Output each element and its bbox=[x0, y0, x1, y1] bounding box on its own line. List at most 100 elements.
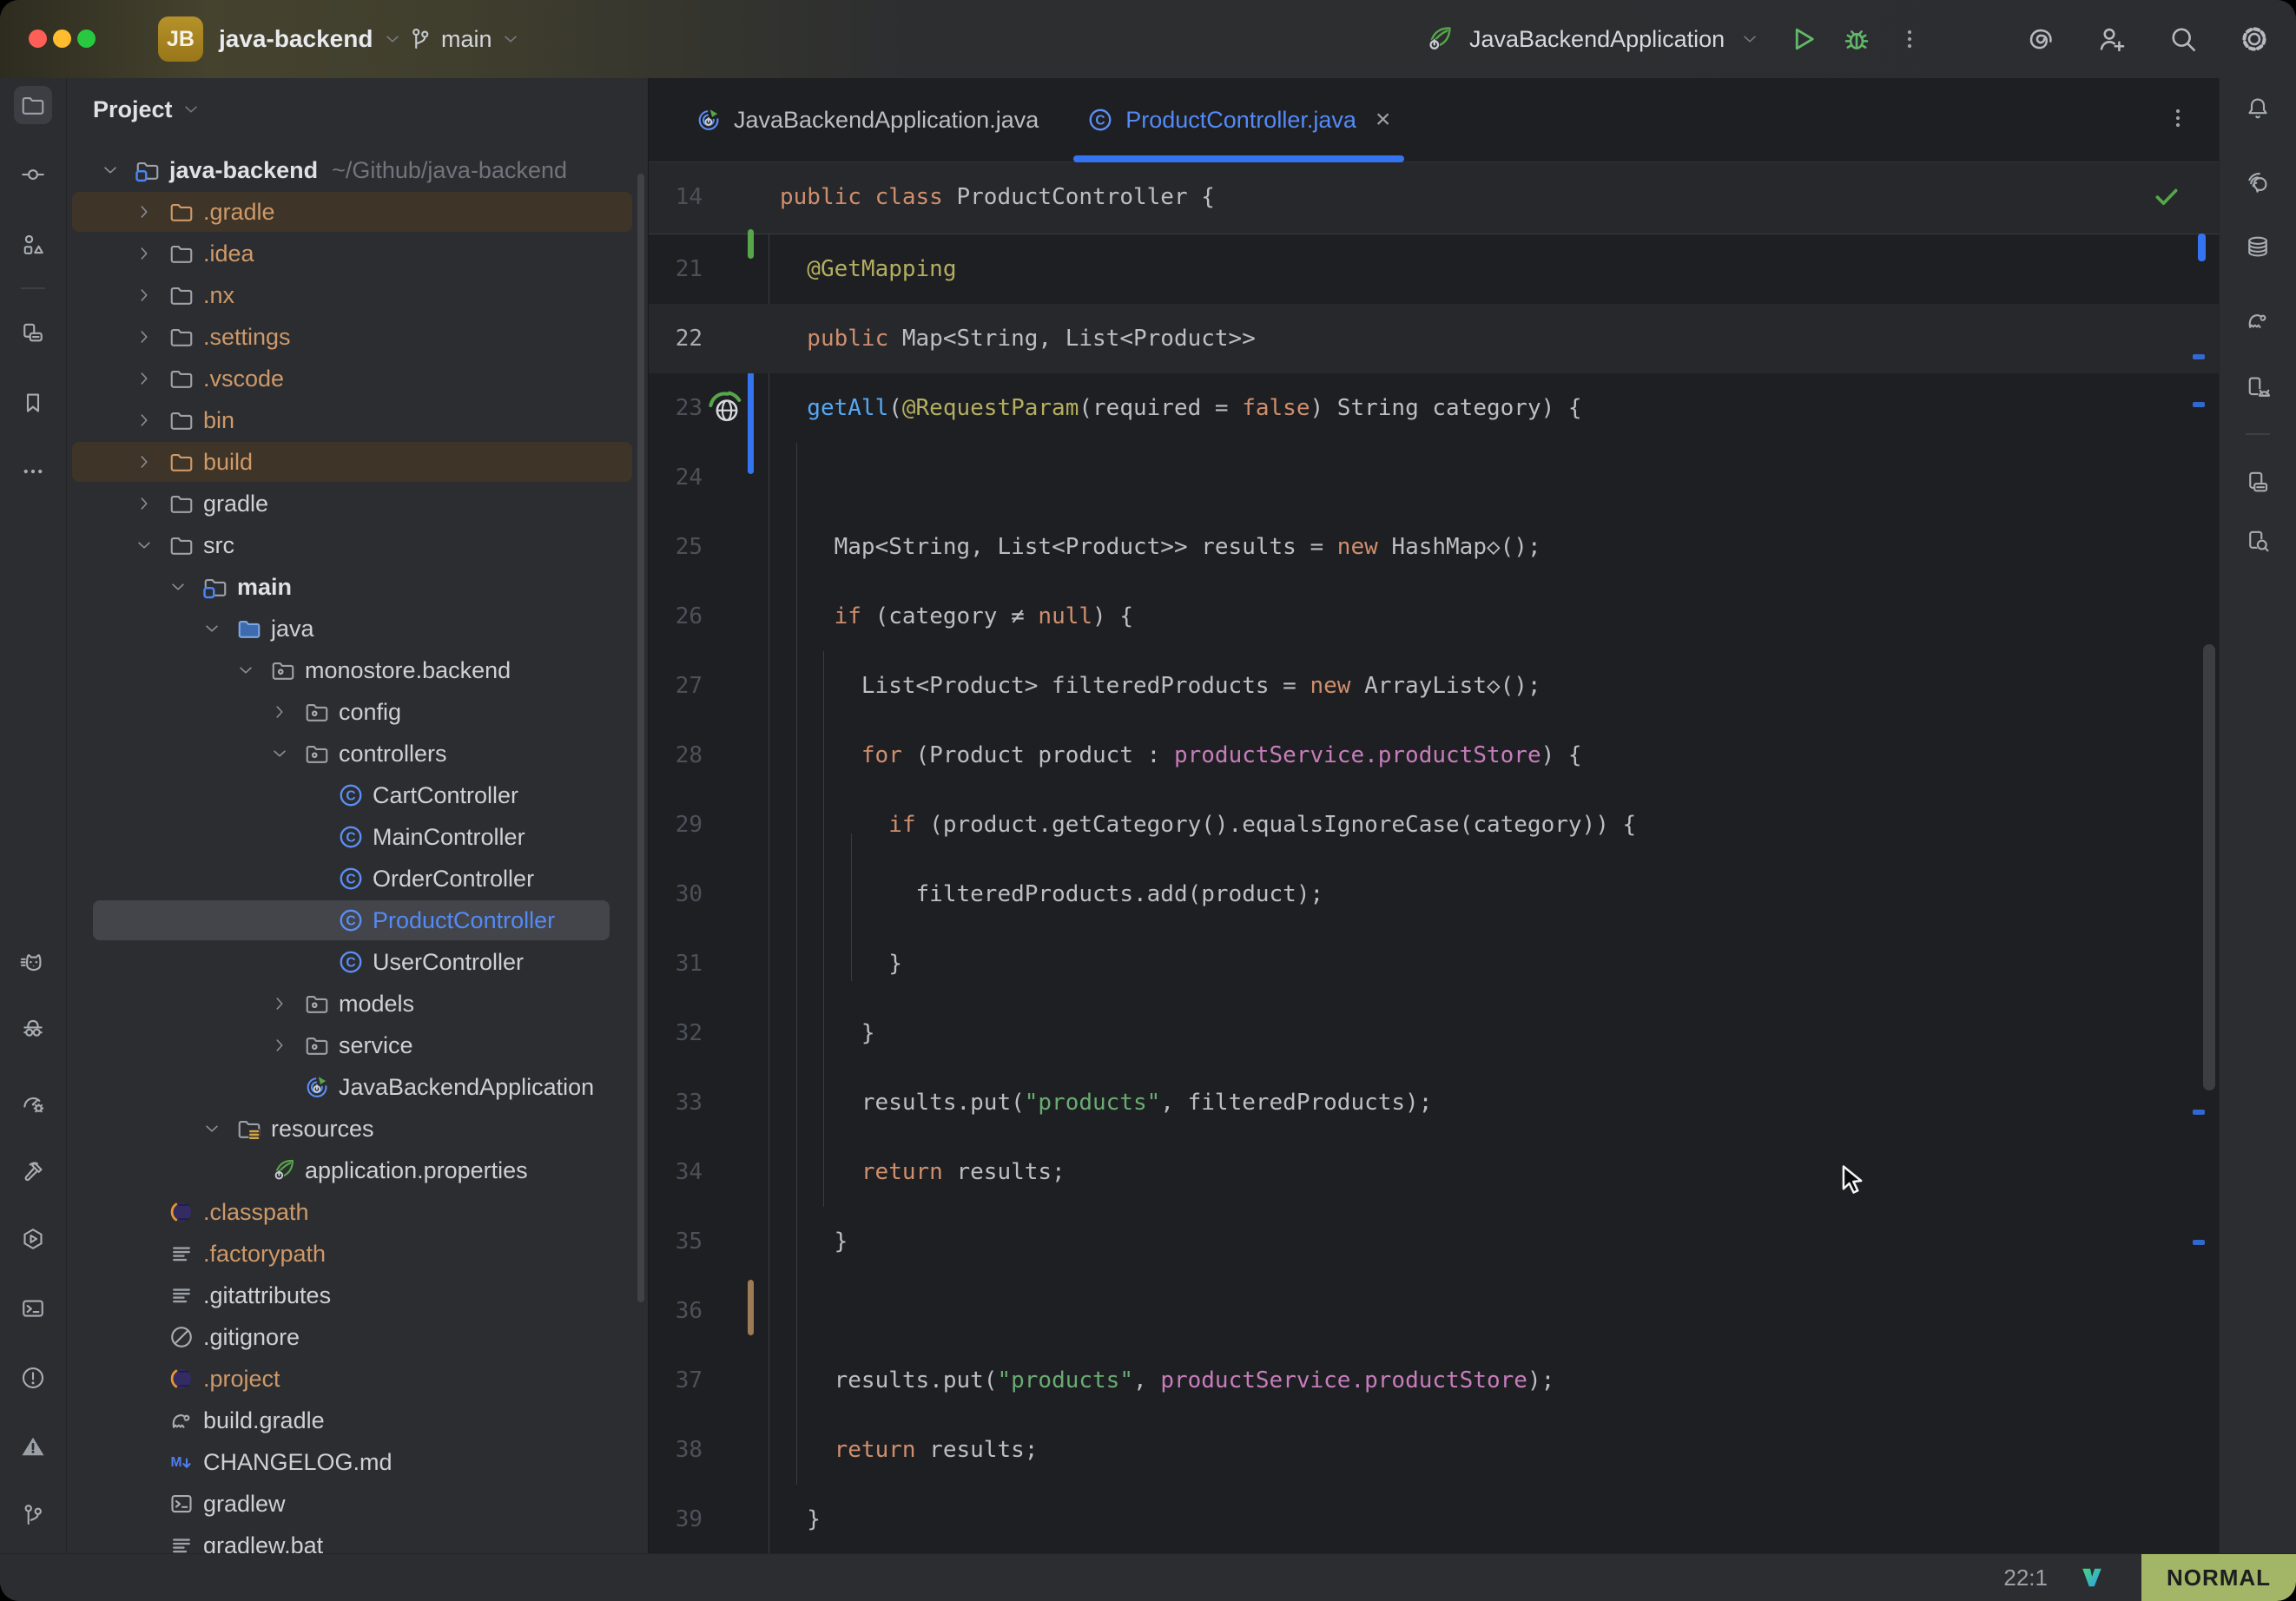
gear-icon[interactable] bbox=[2239, 23, 2270, 55]
tree-item-bin[interactable]: bin bbox=[67, 399, 648, 441]
version-control-tool-icon[interactable] bbox=[14, 1496, 52, 1534]
problems-tool-icon[interactable] bbox=[14, 1359, 52, 1397]
chevron-right-icon[interactable] bbox=[270, 1036, 289, 1055]
gradle-tool-icon[interactable] bbox=[2239, 301, 2277, 339]
tree-item-build[interactable]: build bbox=[67, 441, 648, 483]
branch-widget[interactable]: main bbox=[406, 0, 520, 78]
search-icon[interactable] bbox=[2167, 23, 2199, 55]
project-scrollbar[interactable] bbox=[637, 174, 644, 1302]
terminal-tool-icon[interactable] bbox=[14, 1289, 52, 1328]
more-run-options-icon[interactable] bbox=[1897, 26, 1923, 52]
chevron-down-icon[interactable] bbox=[101, 161, 120, 180]
profiler-tool-icon[interactable] bbox=[14, 1084, 52, 1122]
tree-item--gitattributes[interactable]: .gitattributes bbox=[67, 1275, 648, 1316]
tree-item--nx[interactable]: .nx bbox=[67, 274, 648, 316]
editor-scrollbar[interactable] bbox=[2203, 644, 2215, 1090]
ideavim-icon[interactable] bbox=[2079, 1565, 2105, 1591]
tree-item-usercontroller[interactable]: CUserController bbox=[67, 941, 648, 983]
zoom-window-button[interactable] bbox=[77, 30, 96, 48]
tree-item-build-gradle[interactable]: build.gradle bbox=[67, 1400, 648, 1441]
tree-item--gradle[interactable]: .gradle bbox=[67, 191, 648, 233]
structure-tool-icon[interactable] bbox=[14, 226, 52, 264]
tab-productcontroller[interactable]: C ProductController.java × bbox=[1063, 78, 1415, 161]
tree-item--settings[interactable]: .settings bbox=[67, 316, 648, 358]
ai-assistant-icon[interactable] bbox=[2239, 164, 2277, 202]
notifications-icon[interactable] bbox=[2239, 89, 2277, 128]
project-tool-icon[interactable] bbox=[14, 86, 52, 124]
add-user-icon[interactable] bbox=[2096, 23, 2128, 55]
tree-item-changelog-md[interactable]: MCHANGELOG.md bbox=[67, 1441, 648, 1483]
tree-item-ordercontroller[interactable]: COrderController bbox=[67, 858, 648, 899]
tree-item-main[interactable]: main bbox=[67, 566, 648, 608]
chevron-right-icon[interactable] bbox=[135, 452, 154, 471]
device-explorer-icon[interactable] bbox=[2239, 463, 2277, 501]
tree-item--factorypath[interactable]: .factorypath bbox=[67, 1233, 648, 1275]
project-widget[interactable]: java-backend bbox=[219, 0, 402, 78]
editor-options-kebab-icon[interactable] bbox=[2159, 99, 2197, 137]
running-devices-icon[interactable] bbox=[2239, 368, 2277, 406]
caret-position[interactable]: 22:1 bbox=[2003, 1565, 2048, 1591]
close-window-button[interactable] bbox=[29, 30, 47, 48]
github-copilot-icon[interactable] bbox=[14, 1010, 52, 1048]
tree-item-src[interactable]: src bbox=[67, 524, 648, 566]
device-search-icon[interactable] bbox=[2239, 522, 2277, 560]
chevron-right-icon[interactable] bbox=[135, 411, 154, 430]
tree-item-monostore-backend[interactable]: monostore.backend bbox=[67, 649, 648, 691]
tree-item--vscode[interactable]: .vscode bbox=[67, 358, 648, 399]
services-tool-icon[interactable] bbox=[14, 1220, 52, 1258]
build-tool-icon[interactable] bbox=[14, 1152, 52, 1190]
chevron-right-icon[interactable] bbox=[135, 202, 154, 221]
tree-item-java-backend[interactable]: java-backend~/Github/java-backend bbox=[67, 149, 648, 191]
speed-cat-icon[interactable] bbox=[14, 943, 52, 981]
tree-item--classpath[interactable]: .classpath bbox=[67, 1191, 648, 1233]
tree-item-config[interactable]: config bbox=[67, 691, 648, 733]
chevron-right-icon[interactable] bbox=[135, 494, 154, 513]
tree-item-cartcontroller[interactable]: CCartController bbox=[67, 774, 648, 816]
tree-item-javabackendapplication[interactable]: JavaBackendApplication bbox=[67, 1066, 648, 1108]
tree-item-productcontroller[interactable]: CProductController bbox=[67, 899, 648, 941]
chevron-down-icon[interactable] bbox=[135, 536, 154, 555]
chevron-down-icon[interactable] bbox=[236, 661, 255, 680]
bookmarks-tool-icon[interactable] bbox=[14, 384, 52, 422]
tool-windows-icon[interactable] bbox=[14, 313, 52, 352]
chevron-down-icon[interactable] bbox=[270, 744, 289, 763]
chevron-right-icon[interactable] bbox=[135, 244, 154, 263]
chevron-down-icon[interactable] bbox=[202, 619, 221, 638]
tree-item-models[interactable]: models bbox=[67, 983, 648, 1025]
chevron-down-icon[interactable] bbox=[168, 577, 188, 596]
chevron-right-icon[interactable] bbox=[270, 994, 289, 1013]
tree-item-controllers[interactable]: controllers bbox=[67, 733, 648, 774]
tree-item-service[interactable]: service bbox=[67, 1025, 648, 1066]
debug-button[interactable] bbox=[1841, 23, 1872, 55]
tree-item-application-properties[interactable]: application.properties bbox=[67, 1150, 648, 1191]
run-configuration-widget[interactable]: JavaBackendApplication bbox=[1424, 0, 1923, 78]
tree-item-gradle[interactable]: gradle bbox=[67, 483, 648, 524]
chevron-right-icon[interactable] bbox=[270, 702, 289, 721]
chevron-right-icon[interactable] bbox=[135, 369, 154, 388]
vim-mode-badge[interactable]: NORMAL bbox=[2141, 1554, 2296, 1601]
chevron-right-icon[interactable] bbox=[135, 327, 154, 346]
tree-item-maincontroller[interactable]: CMainController bbox=[67, 816, 648, 858]
ai-at-icon[interactable] bbox=[2025, 23, 2056, 55]
tree-item--idea[interactable]: .idea bbox=[67, 233, 648, 274]
tree-item-gradlew[interactable]: gradlew bbox=[67, 1483, 648, 1525]
chevron-right-icon[interactable] bbox=[135, 286, 154, 305]
chevron-down-icon[interactable] bbox=[202, 1119, 221, 1138]
commit-tool-icon[interactable] bbox=[14, 155, 52, 194]
code-area[interactable]: 21@GetMapping22public Map<String, List<P… bbox=[649, 234, 2220, 1554]
warnings-icon[interactable] bbox=[14, 1427, 52, 1466]
minimize-window-button[interactable] bbox=[53, 30, 71, 48]
more-tools-icon[interactable] bbox=[14, 452, 52, 491]
inspections-ok-icon[interactable] bbox=[2152, 181, 2181, 211]
tree-item--gitignore[interactable]: .gitignore bbox=[67, 1316, 648, 1358]
close-icon[interactable]: × bbox=[1376, 107, 1391, 133]
database-tool-icon[interactable] bbox=[2239, 227, 2277, 266]
tab-javabackendapplication[interactable]: JavaBackendApplication.java bbox=[671, 78, 1063, 161]
tree-item-gradlew-bat[interactable]: gradlew.bat bbox=[67, 1525, 648, 1554]
request-mapping-icon[interactable] bbox=[706, 389, 744, 427]
tree-item--project[interactable]: .project bbox=[67, 1358, 648, 1400]
run-button[interactable] bbox=[1787, 23, 1818, 55]
tree-item-java[interactable]: java bbox=[67, 608, 648, 649]
code-line-37: 37results.put("products", productService… bbox=[649, 1346, 2220, 1415]
tree-item-resources[interactable]: resources bbox=[67, 1108, 648, 1150]
